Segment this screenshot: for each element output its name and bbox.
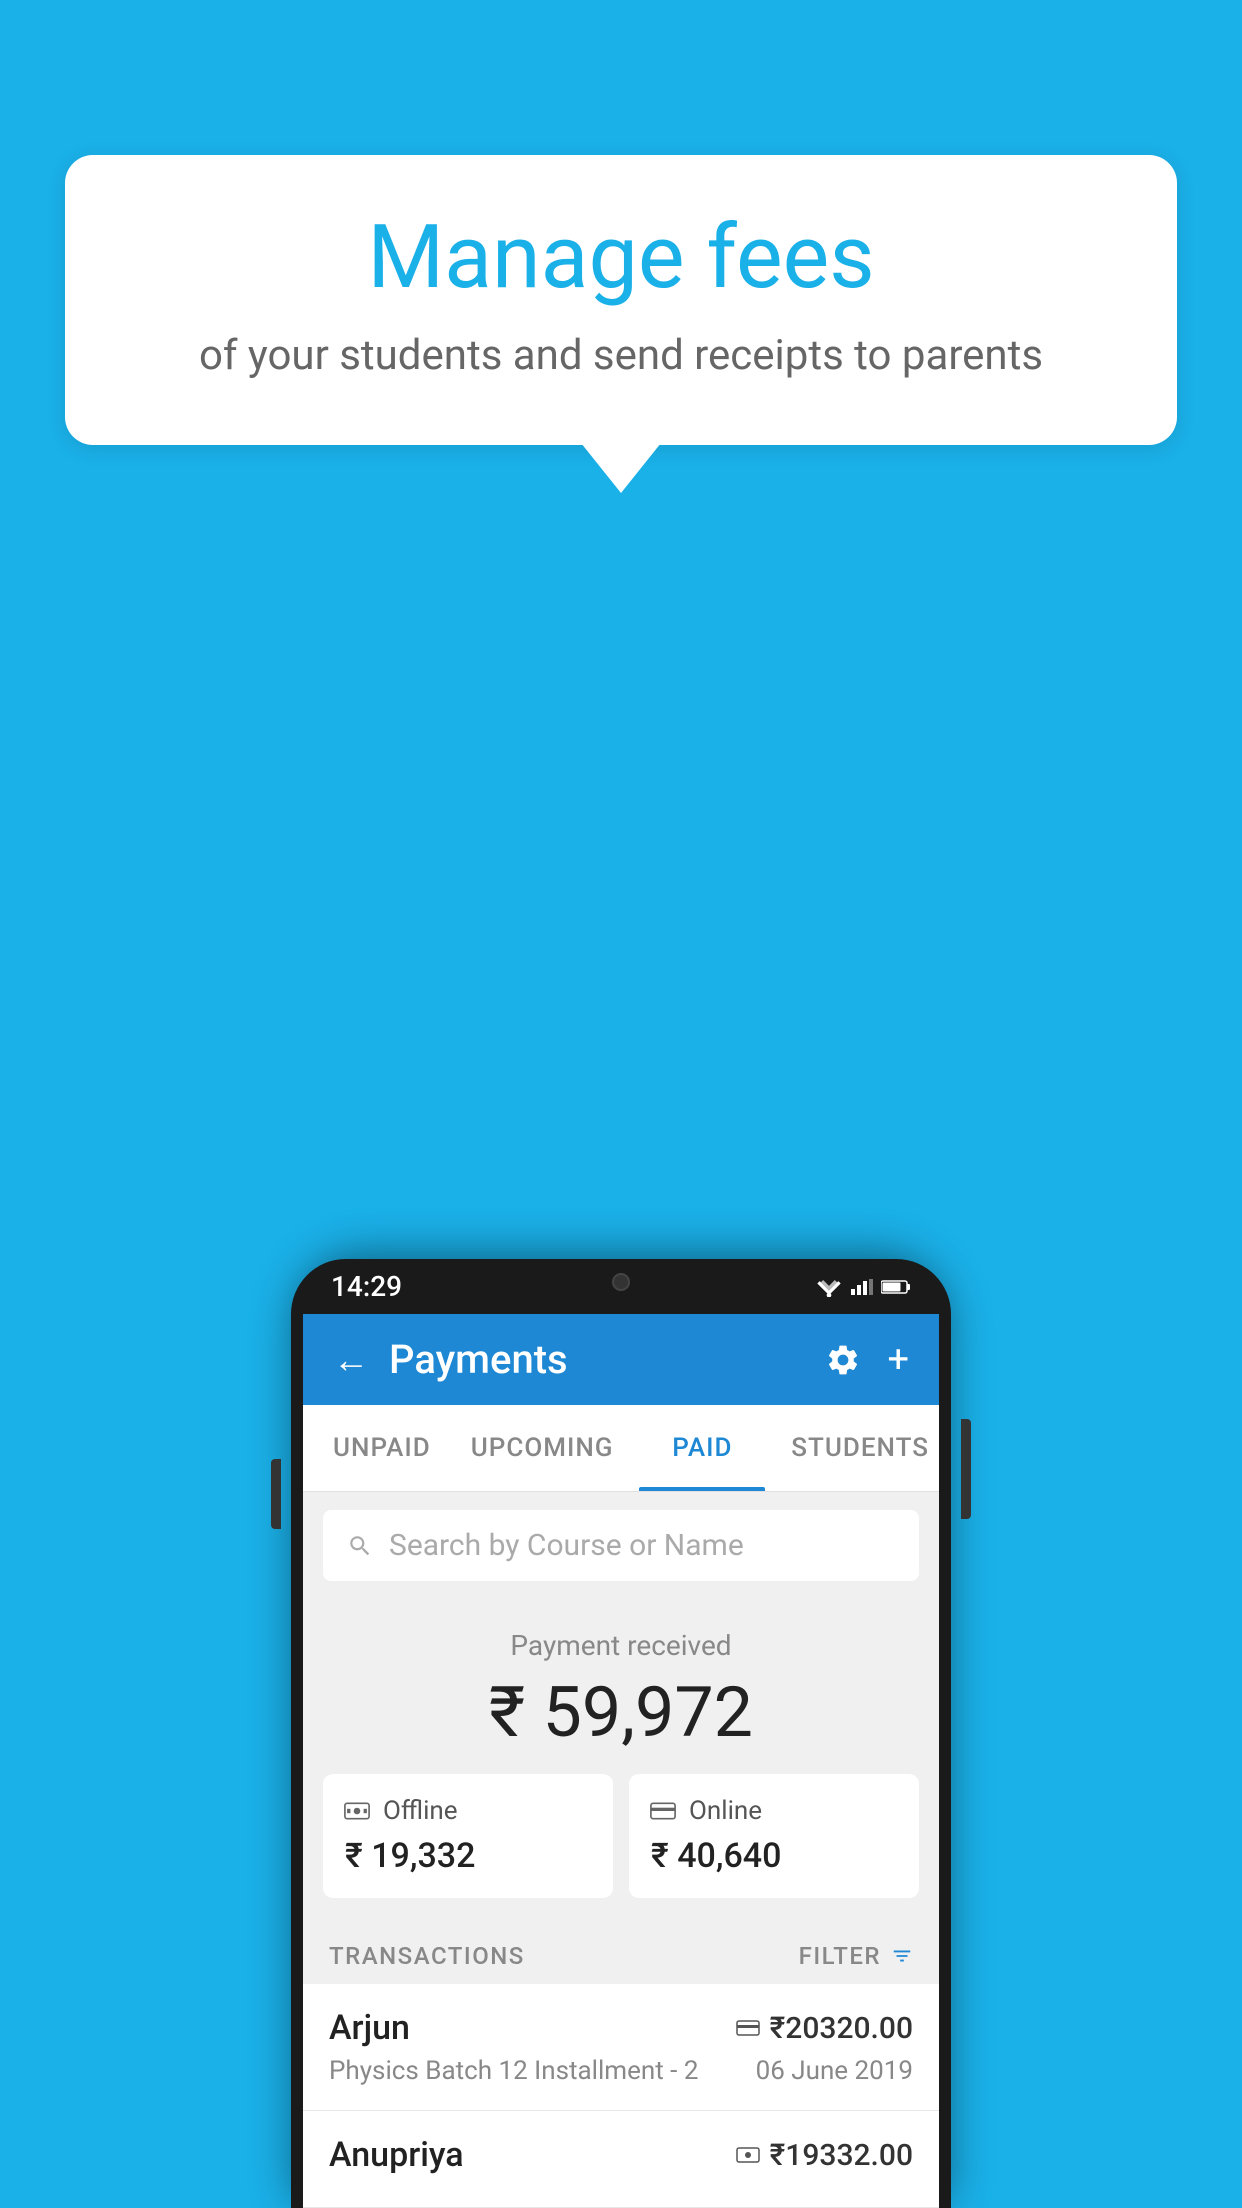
transaction-top-2: Anupriya ₹19332.00 — [329, 2135, 913, 2175]
status-time: 14:29 — [331, 1270, 402, 1303]
camera — [612, 1273, 630, 1291]
payment-summary: Payment received ₹ 59,972 Offline — [303, 1599, 939, 1918]
settings-icon[interactable] — [825, 1342, 861, 1378]
header-left: ← Payments — [333, 1336, 568, 1383]
transaction-amount-area-1: ₹20320.00 — [736, 2011, 913, 2046]
search-icon — [347, 1533, 373, 1559]
offline-type: Offline — [383, 1796, 458, 1826]
transaction-amount-area-2: ₹19332.00 — [736, 2138, 913, 2173]
phone-frame: 14:29 — [291, 1259, 951, 2208]
bubble-subtitle: of your students and send receipts to pa… — [125, 331, 1117, 380]
payment-breakdown: Offline ₹ 19,332 Online ₹ 40,640 — [323, 1774, 919, 1898]
transaction-top-1: Arjun ₹20320.00 — [329, 2008, 913, 2048]
offline-header: Offline — [343, 1796, 458, 1826]
speech-bubble: Manage fees of your students and send re… — [65, 155, 1177, 445]
wifi-icon — [815, 1277, 843, 1297]
online-amount: ₹ 40,640 — [649, 1836, 781, 1876]
search-container: Search by Course or Name — [303, 1492, 939, 1599]
transactions-header: TRANSACTIONS FILTER — [303, 1918, 939, 1984]
transaction-name-1: Arjun — [329, 2008, 410, 2048]
payment-label: Payment received — [323, 1629, 919, 1662]
online-type: Online — [689, 1796, 762, 1826]
search-bar[interactable]: Search by Course or Name — [323, 1510, 919, 1581]
transaction-row-2[interactable]: Anupriya ₹19332.00 — [303, 2111, 939, 2208]
filter-label: FILTER — [799, 1942, 881, 1970]
filter-area[interactable]: FILTER — [799, 1942, 913, 1970]
transaction-bottom-1: Physics Batch 12 Installment - 2 06 June… — [329, 2056, 913, 2086]
online-header: Online — [649, 1796, 762, 1826]
transaction-name-2: Anupriya — [329, 2135, 464, 2175]
offline-amount: ₹ 19,332 — [343, 1836, 475, 1876]
filter-icon — [891, 1945, 913, 1967]
header-right: + — [825, 1338, 909, 1382]
tab-paid[interactable]: PAID — [624, 1405, 782, 1491]
transactions-label: TRANSACTIONS — [329, 1942, 525, 1970]
transaction-date-1: 06 June 2019 — [756, 2056, 913, 2086]
phone-screen: ← Payments + UNPAID UPCOMING PAID — [291, 1314, 951, 2208]
back-button[interactable]: ← — [333, 1339, 369, 1381]
tab-unpaid[interactable]: UNPAID — [303, 1405, 461, 1491]
app-header: ← Payments + — [303, 1314, 939, 1405]
card-icon-1 — [736, 2019, 760, 2037]
battery-icon — [881, 1279, 911, 1295]
status-bar: 14:29 — [291, 1259, 951, 1314]
offline-card: Offline ₹ 19,332 — [323, 1774, 613, 1898]
status-icons — [815, 1277, 911, 1297]
search-placeholder: Search by Course or Name — [389, 1528, 744, 1563]
phone-side-button-right — [961, 1419, 971, 1519]
bubble-title: Manage fees — [125, 210, 1117, 307]
card-icon-online — [649, 1800, 677, 1822]
phone-side-button-left — [271, 1459, 281, 1529]
cash-icon-2 — [736, 2146, 760, 2164]
tab-upcoming[interactable]: UPCOMING — [461, 1405, 624, 1491]
transaction-course-1: Physics Batch 12 Installment - 2 — [329, 2056, 698, 2086]
tab-students[interactable]: STUDENTS — [781, 1405, 939, 1491]
signal-icon — [851, 1277, 873, 1297]
online-card: Online ₹ 40,640 — [629, 1774, 919, 1898]
notch — [551, 1259, 691, 1304]
tabs-bar: UNPAID UPCOMING PAID STUDENTS — [303, 1405, 939, 1492]
transaction-row[interactable]: Arjun ₹20320.00 Physics Batch 12 Install… — [303, 1984, 939, 2111]
transaction-amount-1: ₹20320.00 — [770, 2011, 913, 2046]
add-button[interactable]: + — [887, 1338, 909, 1382]
payment-amount: ₹ 59,972 — [323, 1672, 919, 1754]
header-title: Payments — [389, 1336, 568, 1383]
transaction-amount-2: ₹19332.00 — [770, 2138, 913, 2173]
cash-icon — [343, 1800, 371, 1822]
